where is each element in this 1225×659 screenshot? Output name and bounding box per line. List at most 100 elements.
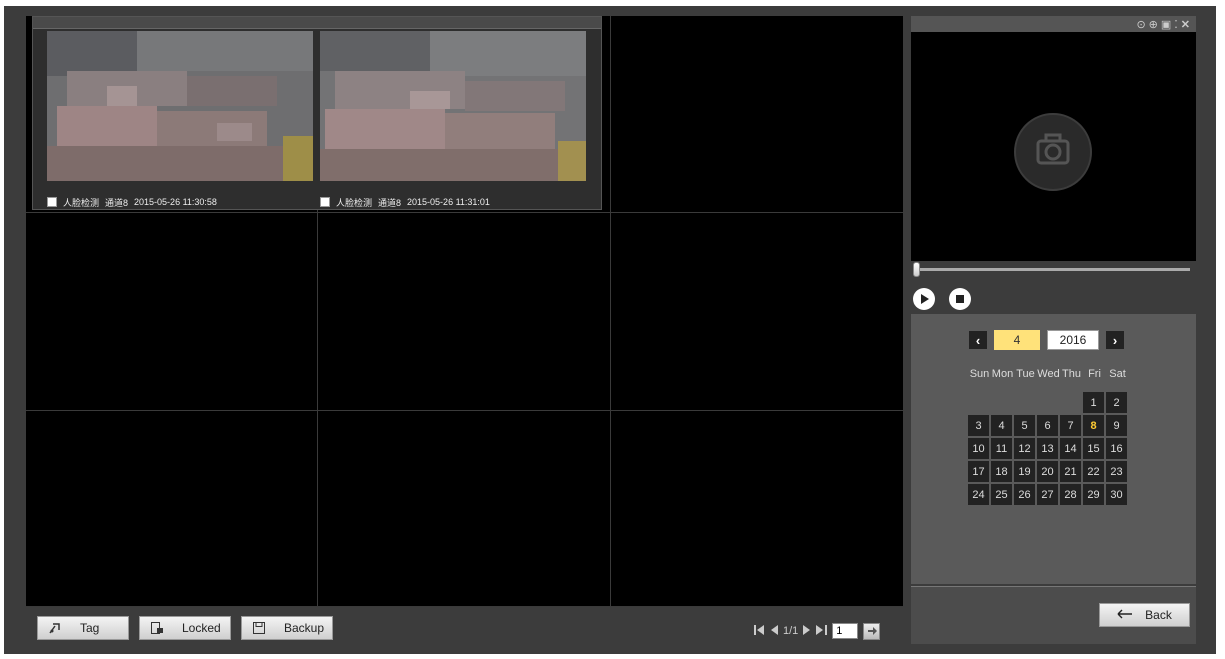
arrow-left-icon xyxy=(1117,608,1133,622)
calendar-day[interactable]: 13 xyxy=(1037,438,1058,459)
snapshot-channel: 通道8 xyxy=(105,197,129,208)
weekday-label: Tue xyxy=(1016,368,1035,380)
calendar-day-empty xyxy=(1037,392,1058,413)
prev-page-icon[interactable] xyxy=(770,624,778,638)
next-month-button[interactable]: › xyxy=(1106,331,1124,349)
calendar-day[interactable]: 1 xyxy=(1083,392,1104,413)
close-icon[interactable]: ✕ xyxy=(1181,18,1190,31)
playback-slider[interactable] xyxy=(911,261,1196,287)
zoom-icon[interactable]: ⊕ xyxy=(1149,18,1158,31)
calendar-day[interactable]: 4 xyxy=(991,415,1012,436)
stop-button[interactable] xyxy=(949,288,971,310)
weekday-label: Fri xyxy=(1088,368,1101,380)
grid-cell-8[interactable] xyxy=(318,411,611,607)
calendar-day[interactable]: 15 xyxy=(1083,438,1104,459)
calendar-day[interactable]: 29 xyxy=(1083,484,1104,505)
arrow-right-icon xyxy=(867,627,877,635)
calendar-day-empty xyxy=(1060,392,1081,413)
calendar-day[interactable]: 21 xyxy=(1060,461,1081,482)
next-page-icon[interactable] xyxy=(803,624,811,638)
calendar-day-empty xyxy=(991,392,1012,413)
grid-cell-2[interactable] xyxy=(318,16,611,213)
stop-icon xyxy=(956,295,964,303)
play-button[interactable] xyxy=(913,288,935,310)
calendar-days: 1 2 3 4 5 6 7 8 9 10 11 12 13 14 15 16 17 18 19 20 21 22 23 24 2… xyxy=(968,392,1133,505)
snapshot-item[interactable]: 人脸检测 通道8 2015-05-26 11:30:58 xyxy=(45,31,315,211)
calendar-day[interactable]: 3 xyxy=(968,415,989,436)
calendar-day[interactable]: 24 xyxy=(968,484,989,505)
play-icon xyxy=(921,294,929,304)
eye-icon[interactable]: ⊙ xyxy=(1136,18,1145,31)
grid-cell-6[interactable] xyxy=(610,213,903,411)
calendar-day[interactable]: 9 xyxy=(1106,415,1127,436)
playback-grid: 人脸检测 通道8 2015-05-26 11:30:58 人脸检测 通道8 20… xyxy=(26,16,903,607)
grid-cell-9[interactable] xyxy=(610,411,903,607)
calendar-day[interactable]: 28 xyxy=(1060,484,1081,505)
prev-month-button[interactable]: ‹ xyxy=(969,331,987,349)
calendar-day[interactable]: 7 xyxy=(1060,415,1081,436)
grid-cell-7[interactable] xyxy=(26,411,319,607)
calendar-day[interactable]: 25 xyxy=(991,484,1012,505)
calendar-day-empty xyxy=(968,392,989,413)
weekday-label: Sat xyxy=(1109,368,1126,380)
calendar-day-today[interactable]: 8 xyxy=(1083,415,1104,436)
calendar-day[interactable]: 26 xyxy=(1014,484,1035,505)
no-snapshot-camera-icon xyxy=(1014,113,1092,191)
back-label: Back xyxy=(1145,608,1172,622)
month-field[interactable]: 4 xyxy=(994,330,1040,350)
calendar-day[interactable]: 27 xyxy=(1037,484,1058,505)
backup-button[interactable]: Backup xyxy=(241,616,333,640)
locked-label: Locked xyxy=(182,621,221,635)
grid-cell-3[interactable] xyxy=(610,16,903,213)
page-info: 1/1 xyxy=(783,625,799,637)
preview-panel: ⊙ ⊕ ▣ ⁚ ✕ xyxy=(911,16,1196,315)
calendar-day[interactable]: 2 xyxy=(1106,392,1127,413)
calendar-day[interactable]: 14 xyxy=(1060,438,1081,459)
snapshot-image xyxy=(47,31,313,181)
preview-toolbar: ⊙ ⊕ ▣ ⁚ ✕ xyxy=(911,16,1196,32)
calendar-day[interactable]: 10 xyxy=(968,438,989,459)
calendar-day[interactable]: 18 xyxy=(991,461,1012,482)
last-page-icon[interactable] xyxy=(816,624,828,638)
snapshot-event: 人脸检测 xyxy=(63,197,100,208)
calendar-day[interactable]: 23 xyxy=(1106,461,1127,482)
camera-icon[interactable]: ▣ xyxy=(1161,18,1171,31)
back-button[interactable]: Back xyxy=(1099,603,1190,627)
weekday-header: Sun Mon Tue Wed Thu Fri Sat xyxy=(968,368,1129,380)
grid-cell-5[interactable] xyxy=(318,213,611,411)
calendar-header: ‹ 4 2016 › xyxy=(969,330,1124,350)
calendar-day[interactable]: 20 xyxy=(1037,461,1058,482)
save-icon xyxy=(252,621,266,635)
slider-track xyxy=(915,268,1190,271)
calendar-day[interactable]: 19 xyxy=(1014,461,1035,482)
year-field[interactable]: 2016 xyxy=(1047,330,1099,350)
grid-cell-1[interactable]: 人脸检测 通道8 2015-05-26 11:30:58 人脸检测 通道8 20… xyxy=(26,16,602,213)
snapshot-checkbox[interactable] xyxy=(47,197,57,207)
preview-viewer xyxy=(911,32,1196,261)
calendar-day-empty xyxy=(1014,392,1035,413)
calendar-day[interactable]: 16 xyxy=(1106,438,1127,459)
tag-button[interactable]: Tag xyxy=(37,616,129,640)
weekday-label: Thu xyxy=(1062,368,1081,380)
weekday-label: Mon xyxy=(991,368,1014,380)
calendar: ‹ 4 2016 › Sun Mon Tue Wed Thu Fri Sat 1… xyxy=(911,314,1196,584)
page-number-input[interactable] xyxy=(832,623,859,639)
snapshot-caption: 人脸检测 通道8 2015-05-26 11:30:58 xyxy=(47,195,217,209)
first-page-icon[interactable] xyxy=(754,624,765,638)
calendar-day[interactable]: 11 xyxy=(991,438,1012,459)
calendar-day[interactable]: 12 xyxy=(1014,438,1035,459)
calendar-day[interactable]: 22 xyxy=(1083,461,1104,482)
weekday-label: Wed xyxy=(1037,368,1060,380)
playback-controls xyxy=(911,287,1196,315)
go-page-button[interactable] xyxy=(863,622,881,640)
grid-cell-4[interactable] xyxy=(26,213,319,411)
grid-icon[interactable]: ⁚ xyxy=(1174,18,1178,31)
calendar-day[interactable]: 17 xyxy=(968,461,989,482)
slider-handle[interactable] xyxy=(913,262,920,277)
locked-button[interactable]: Locked xyxy=(139,616,231,640)
panel-footer: Back xyxy=(911,586,1196,644)
backup-label: Backup xyxy=(284,621,325,635)
calendar-day[interactable]: 5 xyxy=(1014,415,1035,436)
calendar-day[interactable]: 6 xyxy=(1037,415,1058,436)
calendar-day[interactable]: 30 xyxy=(1106,484,1127,505)
